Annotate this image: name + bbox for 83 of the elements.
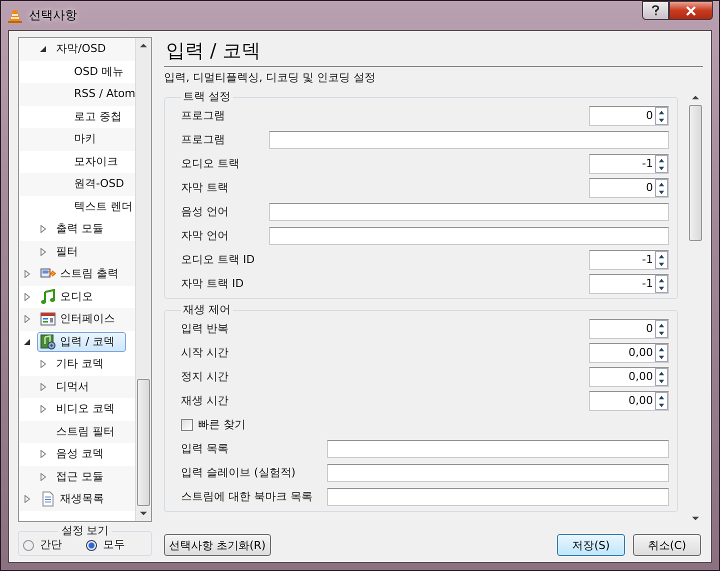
spin-box[interactable]: 0 — [589, 319, 669, 339]
field-label: 자막 트랙 — [181, 180, 230, 196]
field-label: 프로그램 — [181, 108, 226, 124]
field-label: 입력 반복 — [181, 321, 230, 337]
scroll-up-icon[interactable] — [140, 42, 147, 49]
panel-description: 입력, 디멀티플렉싱, 디코딩 및 인코딩 설정 — [164, 70, 376, 86]
scroll-thumb[interactable] — [689, 105, 702, 241]
tree-item[interactable]: 마키 — [71, 130, 99, 148]
scroll-thumb[interactable] — [137, 379, 150, 506]
group-title: 트랙 설정 — [182, 90, 232, 104]
dialog-button[interactable]: 취소(C) — [633, 534, 701, 556]
spin-box[interactable]: 0 — [589, 106, 669, 126]
collapsed-arrow-icon[interactable] — [39, 248, 47, 256]
field-label: 오디오 트랙 — [181, 156, 240, 172]
collapsed-arrow-icon[interactable] — [39, 405, 47, 414]
spin-box[interactable]: 0,00 — [589, 391, 669, 411]
help-icon — [651, 5, 660, 16]
spin-box[interactable]: -1 — [589, 154, 669, 174]
tree-item[interactable]: 입력 / 코덱 — [37, 332, 126, 352]
close-icon — [686, 6, 696, 16]
collapsed-arrow-icon[interactable] — [23, 270, 31, 278]
radio-option[interactable]: 모두 — [86, 538, 125, 552]
scroll-down-icon[interactable] — [140, 510, 147, 517]
tree-item[interactable]: 음성 코덱 — [53, 445, 106, 464]
collapsed-arrow-icon[interactable] — [39, 472, 47, 481]
group-title: 설정 보기 — [60, 524, 110, 538]
spin-box[interactable]: -1 — [589, 250, 669, 270]
panel-title: 입력 / 코덱 — [164, 37, 703, 67]
close-button[interactable] — [669, 1, 713, 20]
music-note-icon — [40, 288, 56, 305]
spin-box[interactable]: 0,00 — [589, 343, 669, 363]
field-label: 프로그램 — [181, 132, 226, 148]
checkbox-option[interactable]: 빠른 찾기 — [181, 413, 669, 437]
reset-button[interactable]: 선택사항 초기화(R) — [164, 534, 271, 556]
tree-item[interactable]: 출력 모듈 — [53, 220, 106, 238]
field-label: 자막 언어 — [181, 228, 230, 244]
scroll-down-icon[interactable] — [692, 515, 699, 522]
input-field[interactable] — [326, 440, 669, 458]
input-field[interactable] — [268, 227, 669, 245]
music-gear-icon — [40, 334, 56, 350]
group-title: 재생 제어 — [182, 303, 232, 317]
input-field[interactable] — [268, 131, 669, 149]
expanded-arrow-icon[interactable] — [23, 338, 31, 346]
input-field[interactable] — [268, 203, 669, 221]
tree-item[interactable]: 비디오 코덱 — [53, 400, 118, 418]
field-label: 입력 목록 — [181, 441, 230, 457]
collapsed-arrow-icon[interactable] — [39, 382, 47, 391]
field-label: 오디오 트랙 ID — [181, 252, 255, 268]
scrollbar[interactable] — [135, 38, 151, 521]
field-label: 재생 시간 — [181, 393, 230, 409]
input-field[interactable] — [326, 488, 669, 506]
tree-item[interactable]: 텍스트 렌더 — [71, 198, 135, 216]
field-label: 정지 시간 — [181, 369, 230, 385]
collapsed-arrow-icon[interactable] — [39, 450, 47, 458]
tree-item[interactable]: 필터 — [53, 242, 81, 261]
window-icon — [40, 311, 56, 328]
tree-item[interactable]: OSD 메뉴 — [71, 62, 127, 81]
tree-item[interactable]: 로고 중첩 — [71, 108, 124, 126]
tree-item[interactable]: 모자이크 — [71, 152, 121, 171]
spin-box[interactable]: 0,00 — [589, 367, 669, 387]
tree-item[interactable]: 기타 코덱 — [53, 355, 106, 374]
input-field[interactable] — [326, 464, 669, 482]
radio-option[interactable]: 간단 — [23, 538, 62, 552]
collapsed-arrow-icon[interactable] — [23, 315, 31, 324]
collapsed-arrow-icon[interactable] — [39, 225, 47, 234]
collapsed-arrow-icon[interactable] — [39, 360, 47, 368]
help-button[interactable] — [642, 1, 669, 20]
tree-item[interactable]: 오디오 — [37, 286, 96, 307]
dialog-button[interactable]: 저장(S) — [557, 534, 625, 556]
field-label: 음성 언어 — [181, 204, 230, 220]
scroll-up-icon[interactable] — [692, 94, 699, 101]
traffic-cone-icon — [7, 8, 23, 24]
collapsed-arrow-icon[interactable] — [23, 292, 31, 301]
collapsed-arrow-icon[interactable] — [23, 495, 31, 504]
window-title: 선택사항 — [29, 7, 77, 24]
field-label: 시작 시간 — [181, 345, 230, 361]
field-label: 입력 슬레이브 (실험적) — [181, 465, 297, 481]
field-label: 스트림에 대한 북마크 목록 — [181, 489, 312, 505]
expanded-arrow-icon[interactable] — [39, 45, 47, 54]
document-icon — [40, 491, 56, 508]
spin-box[interactable]: -1 — [589, 274, 669, 294]
spin-box[interactable]: 0 — [589, 178, 669, 198]
field-label: 자막 트랙 ID — [181, 276, 245, 292]
